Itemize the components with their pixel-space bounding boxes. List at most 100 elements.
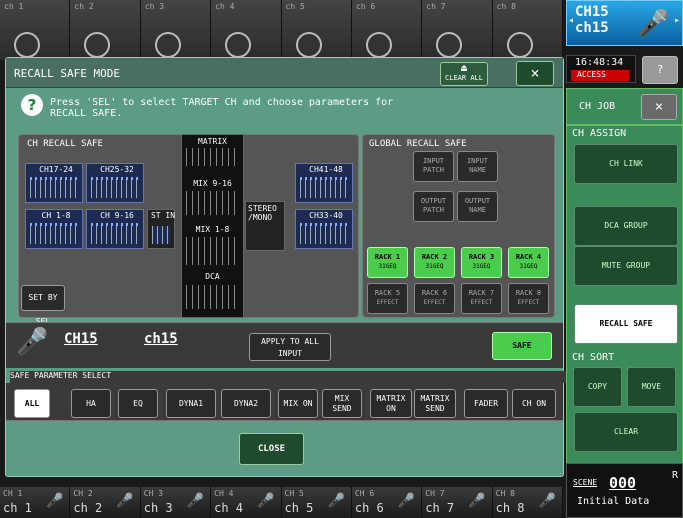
mix9-16-bars[interactable] [186, 191, 239, 215]
selected-channel-header[interactable]: ◂ CH15 ch15 🎤 ▸ [566, 0, 683, 46]
scene-display[interactable]: SCENE 000 R Initial Data [566, 463, 683, 518]
bottom-channel-8[interactable]: CH 8 ch 8 🎤 [492, 487, 563, 518]
group-ch9-16[interactable]: CH 9-16 [86, 209, 144, 249]
top-channel-7[interactable]: ch 7 [422, 0, 493, 60]
knob-icon[interactable] [225, 32, 252, 58]
param-mix-on-button[interactable]: MIX ON [278, 389, 318, 418]
output-name-button[interactable]: OUTPUT NAME [457, 191, 498, 222]
stereo-mono-group[interactable]: STEREO /MONO [245, 201, 285, 251]
input-patch-button[interactable]: INPUT PATCH [413, 151, 454, 182]
chevron-left-icon[interactable]: ◂ [568, 15, 574, 26]
top-channel-4[interactable]: ch 4 [211, 0, 282, 60]
matrix-label[interactable]: MATRIX [182, 137, 243, 146]
mix9-16-label[interactable]: MIX 9-16 [182, 179, 243, 188]
bottom-channel-3[interactable]: CH 3 ch 3 🎤 [140, 487, 212, 518]
scene-r-indicator: R [671, 470, 678, 481]
selected-channel-row: 🎤 CH15 ch15 APPLY TO ALL INPUT SAFE [6, 322, 563, 368]
param-fader-button[interactable]: FADER [464, 389, 508, 418]
top-channel-1[interactable]: ch 1 [0, 0, 71, 60]
group-ch41-48[interactable]: CH41-48 [295, 163, 353, 203]
close-button[interactable]: CLOSE [239, 433, 304, 465]
set-by-sel-button[interactable]: SET BY SEL [21, 285, 65, 326]
channel-number: CH 4 [214, 489, 234, 498]
mix1-8-bars[interactable] [186, 237, 239, 265]
channel-number: CH 2 [73, 489, 93, 498]
group-st-in[interactable]: ST IN [147, 209, 175, 249]
knob-icon[interactable] [295, 32, 322, 58]
channel-number: CH15 [64, 331, 98, 347]
dca-label[interactable]: DCA [182, 272, 243, 281]
dialog-close-button[interactable]: × [516, 61, 554, 86]
clear-all-button[interactable]: ⏏ CLEAR ALL [440, 62, 488, 86]
dca-group-button[interactable]: DCA GROUP [574, 206, 678, 246]
group-ch1-8[interactable]: CH 1-8 [25, 209, 83, 249]
param-dyna1-button[interactable]: DYNA1 [166, 389, 216, 418]
rack-sub: 31GEQ [378, 263, 397, 270]
output-patch-button[interactable]: OUTPUT PATCH [413, 191, 454, 222]
param-eq-button[interactable]: EQ [118, 389, 158, 418]
channel-name: ch15 [144, 331, 178, 347]
top-channel-2[interactable]: ch 2 [70, 0, 141, 60]
group-ch33-40[interactable]: CH33-40 [295, 209, 353, 249]
ch-job-close-button[interactable]: × [641, 94, 677, 120]
safe-button[interactable]: SAFE [492, 332, 552, 360]
safe-parameter-select-label: SAFE PARAMETER SELECT [10, 371, 567, 383]
bottom-channel-2[interactable]: CH 2 ch 2 🎤 [70, 487, 141, 518]
param-ha-button[interactable]: HA [71, 389, 111, 418]
bottom-channel-7[interactable]: CH 7 ch 7 🎤 [422, 487, 493, 518]
rack-6-button[interactable]: RACK 6 EFFECT [414, 283, 455, 314]
rack-sub: EFFECT [470, 299, 493, 306]
copy-button[interactable]: COPY [573, 367, 622, 407]
rack-3-button[interactable]: RACK 3 31GEQ [461, 247, 502, 278]
top-channel-6[interactable]: ch 6 [351, 0, 423, 60]
dca-bars[interactable] [186, 285, 239, 309]
param-dyna2-button[interactable]: DYNA2 [221, 389, 271, 418]
knob-icon[interactable] [84, 32, 111, 58]
bottom-channel-1[interactable]: CH 1 ch 1 🎤 [0, 487, 71, 518]
recall-safe-button[interactable]: RECALL SAFE [574, 304, 678, 344]
bottom-channel-6[interactable]: CH 6 ch 6 🎤 [351, 487, 423, 518]
param-matrix-send-button[interactable]: MATRIX SEND [414, 389, 456, 418]
bottom-channel-4[interactable]: CH 4 ch 4 🎤 [211, 487, 282, 518]
rack-7-button[interactable]: RACK 7 EFFECT [461, 283, 502, 314]
apply-to-all-input-button[interactable]: APPLY TO ALL INPUT [249, 333, 331, 361]
chevron-right-icon[interactable]: ▸ [674, 15, 680, 26]
channel-bars [91, 180, 139, 198]
rack-8-button[interactable]: RACK 8 EFFECT [508, 283, 549, 314]
knob-icon[interactable] [154, 32, 181, 58]
rack-4-button[interactable]: RACK 4 31GEQ [508, 247, 549, 278]
rack-1-button[interactable]: RACK 1 31GEQ [367, 247, 408, 278]
instruction-text: Press 'SEL' to select TARGET CH and choo… [50, 97, 394, 119]
ch-assign-label: CH ASSIGN [572, 128, 627, 139]
group-ch25-32[interactable]: CH25-32 [86, 163, 144, 203]
knob-icon[interactable] [436, 32, 463, 58]
move-button[interactable]: MOVE [627, 367, 676, 407]
group-ch17-24[interactable]: CH17-24 [25, 163, 83, 203]
rack-5-button[interactable]: RACK 5 EFFECT [367, 283, 408, 314]
param-all-button[interactable]: ALL [14, 389, 50, 418]
help-button[interactable]: ? [642, 56, 678, 84]
top-channel-8[interactable]: ch 8 [492, 0, 563, 60]
rack-sub: 31GEQ [519, 263, 538, 270]
mute-group-button[interactable]: MUTE GROUP [574, 246, 678, 286]
clear-icon: ⏏ [460, 63, 468, 74]
clear-button[interactable]: CLEAR [574, 412, 678, 452]
input-name-button[interactable]: INPUT NAME [457, 151, 498, 182]
knob-icon[interactable] [365, 32, 392, 58]
rack-2-button[interactable]: RACK 2 31GEQ [414, 247, 455, 278]
ch-job-panel: CH ASSIGN CH LINK DCA GROUP MUTE GROUP R… [566, 125, 683, 470]
microphone-icon: 🎤 [116, 493, 134, 509]
param-matrix-on-button[interactable]: MATRIX ON [370, 389, 412, 418]
top-channel-3[interactable]: ch 3 [140, 0, 212, 60]
knob-icon[interactable] [506, 32, 533, 58]
mix1-8-label[interactable]: MIX 1-8 [182, 225, 243, 234]
matrix-bars[interactable] [186, 148, 239, 166]
knob-icon[interactable] [14, 32, 40, 58]
bottom-channel-5[interactable]: CH 5 ch 5 🎤 [281, 487, 352, 518]
top-channel-label: ch 7 [426, 2, 446, 11]
top-channel-label: ch 8 [496, 2, 516, 11]
top-channel-5[interactable]: ch 5 [281, 0, 352, 60]
param-ch-on-button[interactable]: CH ON [512, 389, 556, 418]
ch-link-button[interactable]: CH LINK [574, 144, 678, 184]
param-mix-send-button[interactable]: MIX SEND [322, 389, 362, 418]
